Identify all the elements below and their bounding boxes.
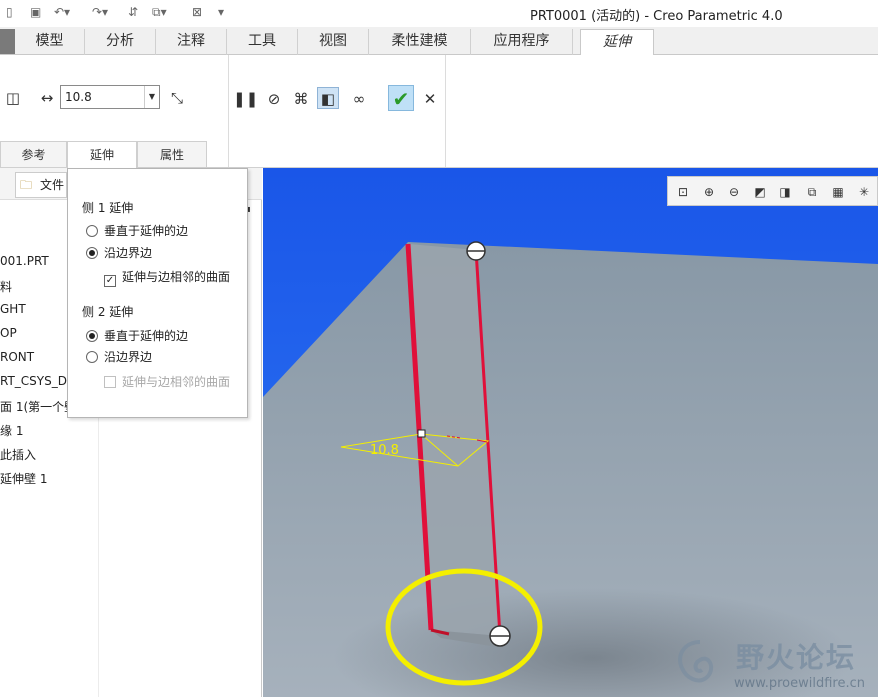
title-bar: ▯ ▣ ↶▾ ↷▾ ⇵ ⧉▾ ⊠ ▾ PRT0001 (活动的) - Creo … (0, 0, 878, 27)
tree-item[interactable]: GHT (0, 302, 26, 316)
side1-normal-label: 垂直于延伸的边 (104, 224, 189, 238)
windows-icon[interactable]: ⧉▾ (152, 4, 167, 20)
redo-icon[interactable]: ↷▾ (92, 4, 108, 20)
side1-adjacent-checkbox[interactable]: ✓ (104, 275, 116, 287)
close-window-icon[interactable]: ⊠ (192, 4, 202, 20)
model-scene[interactable]: 10.8 (263, 168, 878, 697)
watermark-logo-icon (678, 640, 714, 683)
new-file-icon[interactable]: ▯ (6, 4, 13, 20)
tab-file-label: 文件 (40, 178, 65, 192)
file-menu-button[interactable] (0, 29, 15, 54)
datum-display-icon[interactable]: ✳ (855, 183, 873, 201)
zoom-out-icon[interactable]: ⊖ (725, 183, 743, 201)
tree-item[interactable]: RONT (0, 350, 34, 364)
tree-item[interactable]: 延伸壁 1 (0, 470, 47, 487)
side1-adjacent-label: 延伸与边相邻的曲面 (122, 270, 231, 284)
side2-boundary-radio[interactable] (86, 351, 98, 363)
side1-adjacent-option[interactable]: ✓ 延伸与边相邻的曲面 (104, 269, 231, 287)
tab-flexible-modeling[interactable]: 柔性建模 (369, 29, 471, 55)
window-title: PRT0001 (活动的) - Creo Parametric 4.0 (530, 9, 783, 24)
refit-icon[interactable]: ⊡ (674, 183, 692, 201)
subtab-extend[interactable]: 延伸 (67, 141, 137, 169)
view-manager-icon[interactable]: ▦ (829, 183, 847, 201)
pause-icon[interactable]: ❚❚ (233, 88, 258, 110)
cancel-x-icon[interactable]: ✕ (419, 88, 441, 110)
tab-analysis[interactable]: 分析 (85, 29, 156, 55)
ribbon-divider (445, 55, 446, 167)
repaint-icon[interactable]: ◩ (751, 183, 769, 201)
no-preview-icon[interactable]: ⊘ (263, 88, 285, 110)
display-style-icon[interactable]: ◨ (776, 183, 794, 201)
dimension-handle[interactable] (417, 429, 426, 438)
surface-icon[interactable]: ◫ (2, 87, 24, 109)
extend-options-panel: 侧 1 延伸 垂直于延伸的边 沿边界边 ✓ 延伸与边相邻的曲面 侧 2 延伸 垂直… (67, 168, 248, 418)
side2-adjacent-label: 延伸与边相邻的曲面 (122, 375, 231, 389)
tab-view[interactable]: 视图 (298, 29, 369, 55)
flip-direction-icon[interactable]: ⤡ (166, 87, 188, 109)
zoom-in-icon[interactable]: ⊕ (700, 183, 718, 201)
saved-views-icon[interactable]: ⧉ (803, 183, 821, 201)
watermark-title: 野火论坛 (736, 641, 857, 674)
distance-combo[interactable]: 10.8 ▼ (60, 85, 160, 109)
side2-normal-option[interactable]: 垂直于延伸的边 (86, 328, 188, 344)
graphics-toolbar: ⊡ ⊕ ⊖ ◩ ◨ ⧉ ▦ ✳ (667, 176, 878, 206)
tab-applications[interactable]: 应用程序 (471, 29, 573, 55)
ribbon-divider (228, 55, 229, 167)
tree-item[interactable]: 001.PRT (0, 254, 49, 268)
regenerate-icon[interactable]: ⇵ (128, 4, 138, 20)
tree-item[interactable]: 料 (0, 278, 12, 295)
preview-solid-icon[interactable]: ◧ (317, 87, 339, 109)
verify-glasses-icon[interactable]: ∞ (348, 88, 370, 110)
save-icon[interactable]: ▣ (30, 4, 41, 20)
tree-item[interactable]: 此插入 (0, 446, 36, 463)
side1-normal-option[interactable]: 垂直于延伸的边 (86, 223, 188, 239)
undo-icon[interactable]: ↶▾ (54, 4, 70, 20)
side2-adjacent-checkbox (104, 376, 116, 388)
watermark-url: www.proewildfire.cn (734, 676, 865, 691)
folder-icon: 🗀 (20, 178, 33, 192)
subtab-properties[interactable]: 属性 (137, 141, 207, 167)
side2-boundary-label: 沿边界边 (104, 350, 153, 364)
tree-item[interactable]: 面 1(第一个壁 (0, 398, 76, 415)
tab-model[interactable]: 模型 (15, 29, 85, 55)
subtab-references[interactable]: 参考 (0, 141, 67, 167)
confirm-check-icon[interactable]: ✔ (388, 85, 414, 111)
side1-title: 侧 1 延伸 (82, 201, 134, 215)
ribbon-tab-bar: 模型 分析 注释 工具 视图 柔性建模 应用程序 延伸 (0, 27, 878, 56)
tree-item[interactable]: OP (0, 326, 17, 340)
tab-extend[interactable]: 延伸 (580, 29, 654, 56)
side2-title: 侧 2 延伸 (82, 305, 134, 319)
side1-boundary-radio[interactable] (86, 247, 98, 259)
preview-mesh-icon[interactable]: ⌘ (290, 88, 312, 110)
side2-normal-label: 垂直于延伸的边 (104, 329, 189, 343)
side1-normal-radio[interactable] (86, 225, 98, 237)
distance-icon: ↔ (40, 89, 54, 107)
graphics-viewport[interactable]: 10.8 (263, 168, 878, 697)
dimension-label[interactable]: 10.8 (370, 443, 399, 458)
tab-tools[interactable]: 工具 (227, 29, 298, 55)
side1-boundary-option[interactable]: 沿边界边 (86, 245, 152, 261)
tab-annotate[interactable]: 注释 (156, 29, 227, 55)
distance-value[interactable]: 10.8 (65, 90, 92, 104)
side2-normal-radio[interactable] (86, 330, 98, 342)
side2-adjacent-option: 延伸与边相邻的曲面 (104, 374, 230, 390)
forum-watermark: 野火论坛 www.proewildfire.cn (666, 630, 878, 697)
chevron-down-icon[interactable]: ▼ (144, 86, 159, 108)
tab-file-folder[interactable]: 🗀 文件 (15, 172, 67, 198)
side2-boundary-option[interactable]: 沿边界边 (86, 349, 152, 365)
side1-boundary-label: 沿边界边 (104, 246, 153, 260)
customize-toolbar-icon[interactable]: ▾ (218, 4, 224, 20)
tree-item[interactable]: 缘 1 (0, 422, 23, 439)
